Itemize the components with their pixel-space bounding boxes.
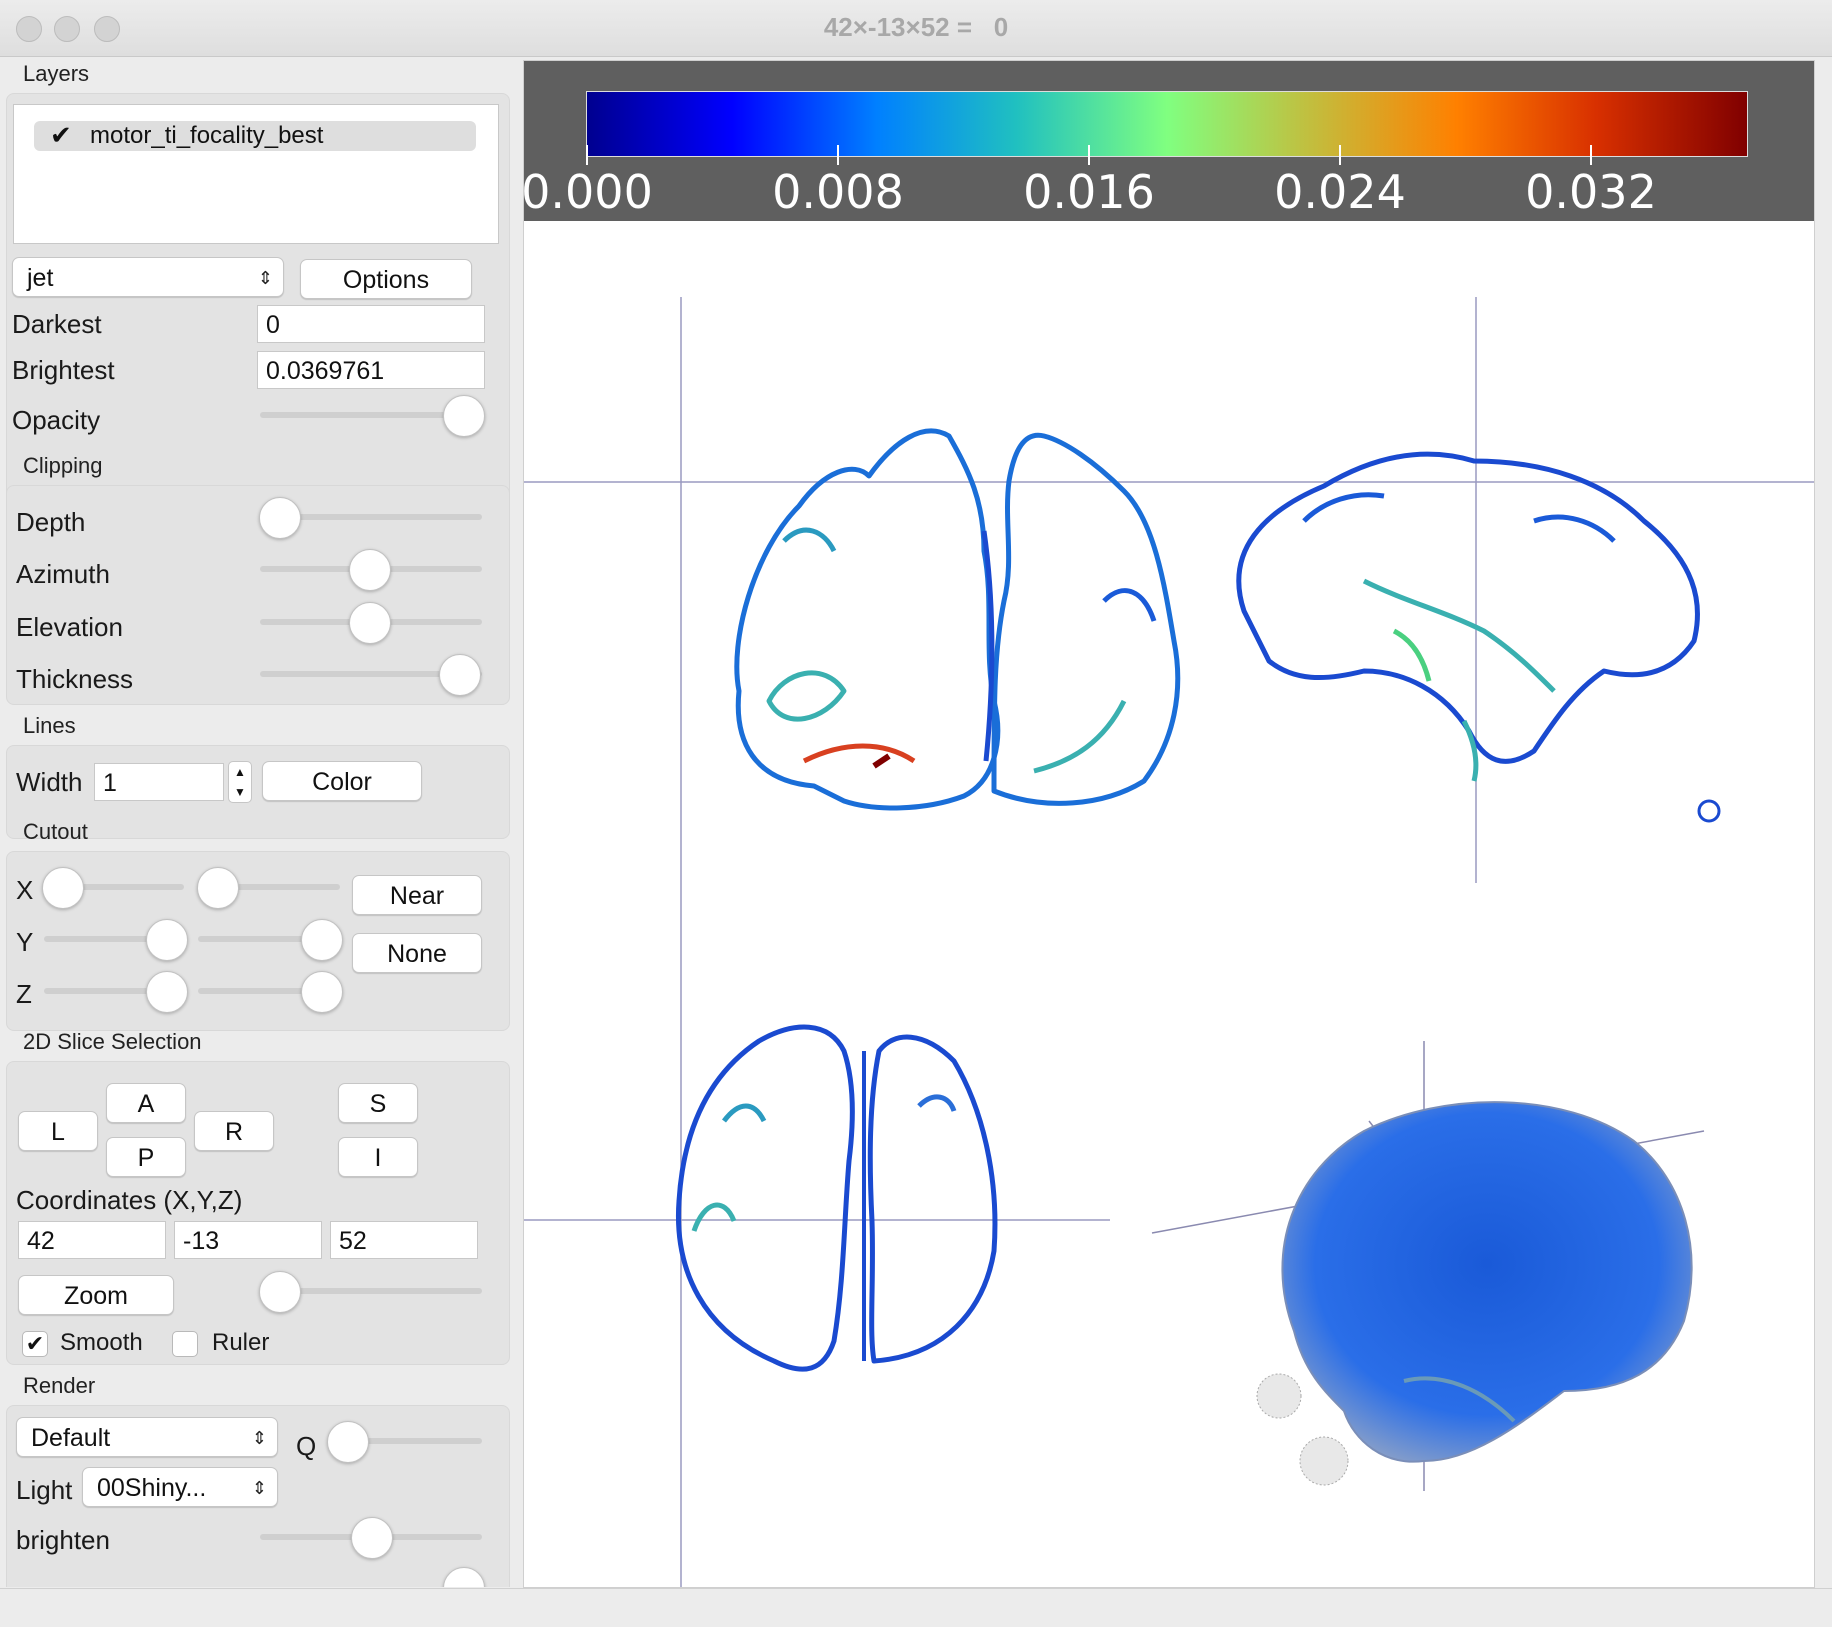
- render-mode-select[interactable]: Default ⇕: [16, 1417, 278, 1457]
- colorbar-tick: [1339, 145, 1341, 165]
- colorbar-tick: [1088, 145, 1090, 165]
- options-button[interactable]: Options: [300, 259, 472, 299]
- thickness-slider[interactable]: [439, 654, 481, 696]
- azimuth-label: Azimuth: [16, 559, 110, 589]
- colormap-value: jet: [27, 264, 54, 292]
- left-view-button[interactable]: L: [18, 1111, 98, 1151]
- cutout-z-slider-2[interactable]: [301, 971, 343, 1013]
- coordinates-label: Coordinates (X,Y,Z): [16, 1185, 243, 1215]
- near-button[interactable]: Near: [352, 875, 482, 915]
- lines-header: Lines: [23, 713, 76, 738]
- cutout-header: Cutout: [23, 819, 88, 844]
- depth-label: Depth: [16, 507, 86, 537]
- colorbar-tick-label: 0.008: [772, 165, 904, 219]
- zoom-slider[interactable]: [259, 1271, 301, 1313]
- chevron-updown-icon: ⇕: [257, 268, 273, 288]
- brighten-label: brighten: [16, 1525, 110, 1555]
- layer-checkbox[interactable]: ✔: [50, 120, 72, 151]
- q-label: Q: [296, 1431, 317, 1461]
- inferior-view-button[interactable]: I: [338, 1137, 418, 1177]
- viewer-panel[interactable]: 0.000 0.008 0.016 0.024 0.032: [523, 60, 1815, 1588]
- colormap-select[interactable]: jet ⇕: [12, 257, 284, 297]
- colorbar: 0.000 0.008 0.016 0.024 0.032: [524, 61, 1814, 221]
- 3d-render-view[interactable]: [1151, 1041, 1705, 1491]
- axial-view[interactable]: [675, 1024, 998, 1372]
- ruler-checkbox[interactable]: [172, 1331, 198, 1357]
- sidebar: Layers ✔ motor_ti_focality_best jet ⇕ Op…: [0, 57, 520, 1627]
- darkest-label: Darkest: [12, 309, 102, 339]
- right-view-button[interactable]: R: [194, 1111, 274, 1151]
- posterior-view-button[interactable]: P: [106, 1137, 186, 1177]
- render-mode-value: Default: [31, 1424, 111, 1452]
- colorbar-tick-label: 0.032: [1525, 165, 1657, 219]
- elevation-slider[interactable]: [349, 602, 391, 644]
- opacity-slider[interactable]: [443, 395, 485, 437]
- colorbar-tick: [586, 145, 588, 165]
- opacity-label: Opacity: [12, 405, 101, 435]
- coord-z-field[interactable]: 52: [330, 1221, 478, 1259]
- smooth-label: Smooth: [60, 1329, 143, 1356]
- colorbar-tick-label: 0.024: [1274, 165, 1406, 219]
- coord-x-field[interactable]: 42: [18, 1221, 166, 1259]
- depth-slider[interactable]: [259, 497, 301, 539]
- slice-header: 2D Slice Selection: [23, 1029, 202, 1054]
- crosshair-lines: [524, 297, 1814, 1587]
- sagittal-view[interactable]: [1236, 451, 1721, 823]
- layer-name: motor_ti_focality_best: [90, 122, 324, 149]
- cutout-z-label: Z: [16, 979, 32, 1009]
- darkest-field[interactable]: 0: [257, 305, 485, 343]
- cutout-x-slider-1[interactable]: [42, 867, 84, 909]
- light-select[interactable]: 00Shiny... ⇕: [82, 1467, 278, 1507]
- colorbar-tick-label: 0.016: [1023, 165, 1155, 219]
- cutout-z-slider-1[interactable]: [146, 971, 188, 1013]
- colorbar-tick: [1590, 145, 1592, 165]
- window-bottom-edge: [0, 1588, 1832, 1617]
- coronal-view[interactable]: [734, 428, 1181, 811]
- layer-list: ✔ motor_ti_focality_best: [13, 104, 499, 244]
- colorbar-tick-label: 0.000: [523, 165, 653, 219]
- slice-views[interactable]: [524, 221, 1814, 1587]
- width-stepper[interactable]: ▲ ▼: [228, 761, 252, 803]
- cutout-y-slider-1[interactable]: [146, 919, 188, 961]
- cutout-y-slider-2[interactable]: [301, 919, 343, 961]
- width-field[interactable]: 1: [94, 763, 224, 801]
- cutout-y-label: Y: [16, 927, 34, 957]
- title-bar: 42×-13×52 = 0: [0, 0, 1832, 57]
- cutout-x-label: X: [16, 875, 34, 905]
- zoom-button[interactable]: Zoom: [18, 1275, 174, 1315]
- thickness-label: Thickness: [16, 664, 134, 694]
- azimuth-slider[interactable]: [349, 549, 391, 591]
- brighten-slider[interactable]: [351, 1517, 393, 1559]
- chevron-updown-icon: ⇕: [251, 1428, 267, 1448]
- chevron-updown-icon: ⇕: [251, 1478, 267, 1498]
- coord-y-field[interactable]: -13: [174, 1221, 322, 1259]
- cutout-x-slider-2[interactable]: [197, 867, 239, 909]
- smooth-checkbox[interactable]: ✔: [22, 1331, 48, 1357]
- colorbar-gradient: [586, 91, 1748, 157]
- light-label: Light: [16, 1475, 73, 1505]
- anterior-view-button[interactable]: A: [106, 1083, 186, 1123]
- window-title: 42×-13×52 = 0: [823, 12, 1009, 42]
- q-slider[interactable]: [327, 1421, 369, 1463]
- brightest-label: Brightest: [12, 355, 115, 385]
- light-value: 00Shiny...: [97, 1474, 207, 1502]
- width-label: Width: [16, 767, 83, 797]
- layer-item[interactable]: ✔ motor_ti_focality_best: [34, 120, 476, 151]
- elevation-label: Elevation: [16, 612, 123, 642]
- brightest-field[interactable]: 0.0369761: [257, 351, 485, 389]
- ruler-label: Ruler: [212, 1329, 270, 1356]
- clipping-header: Clipping: [23, 453, 103, 478]
- none-button[interactable]: None: [352, 933, 482, 973]
- superior-view-button[interactable]: S: [338, 1083, 418, 1123]
- render-header: Render: [23, 1373, 96, 1398]
- colorbar-tick: [837, 145, 839, 165]
- layers-header: Layers: [23, 61, 90, 86]
- line-color-button[interactable]: Color: [262, 761, 422, 801]
